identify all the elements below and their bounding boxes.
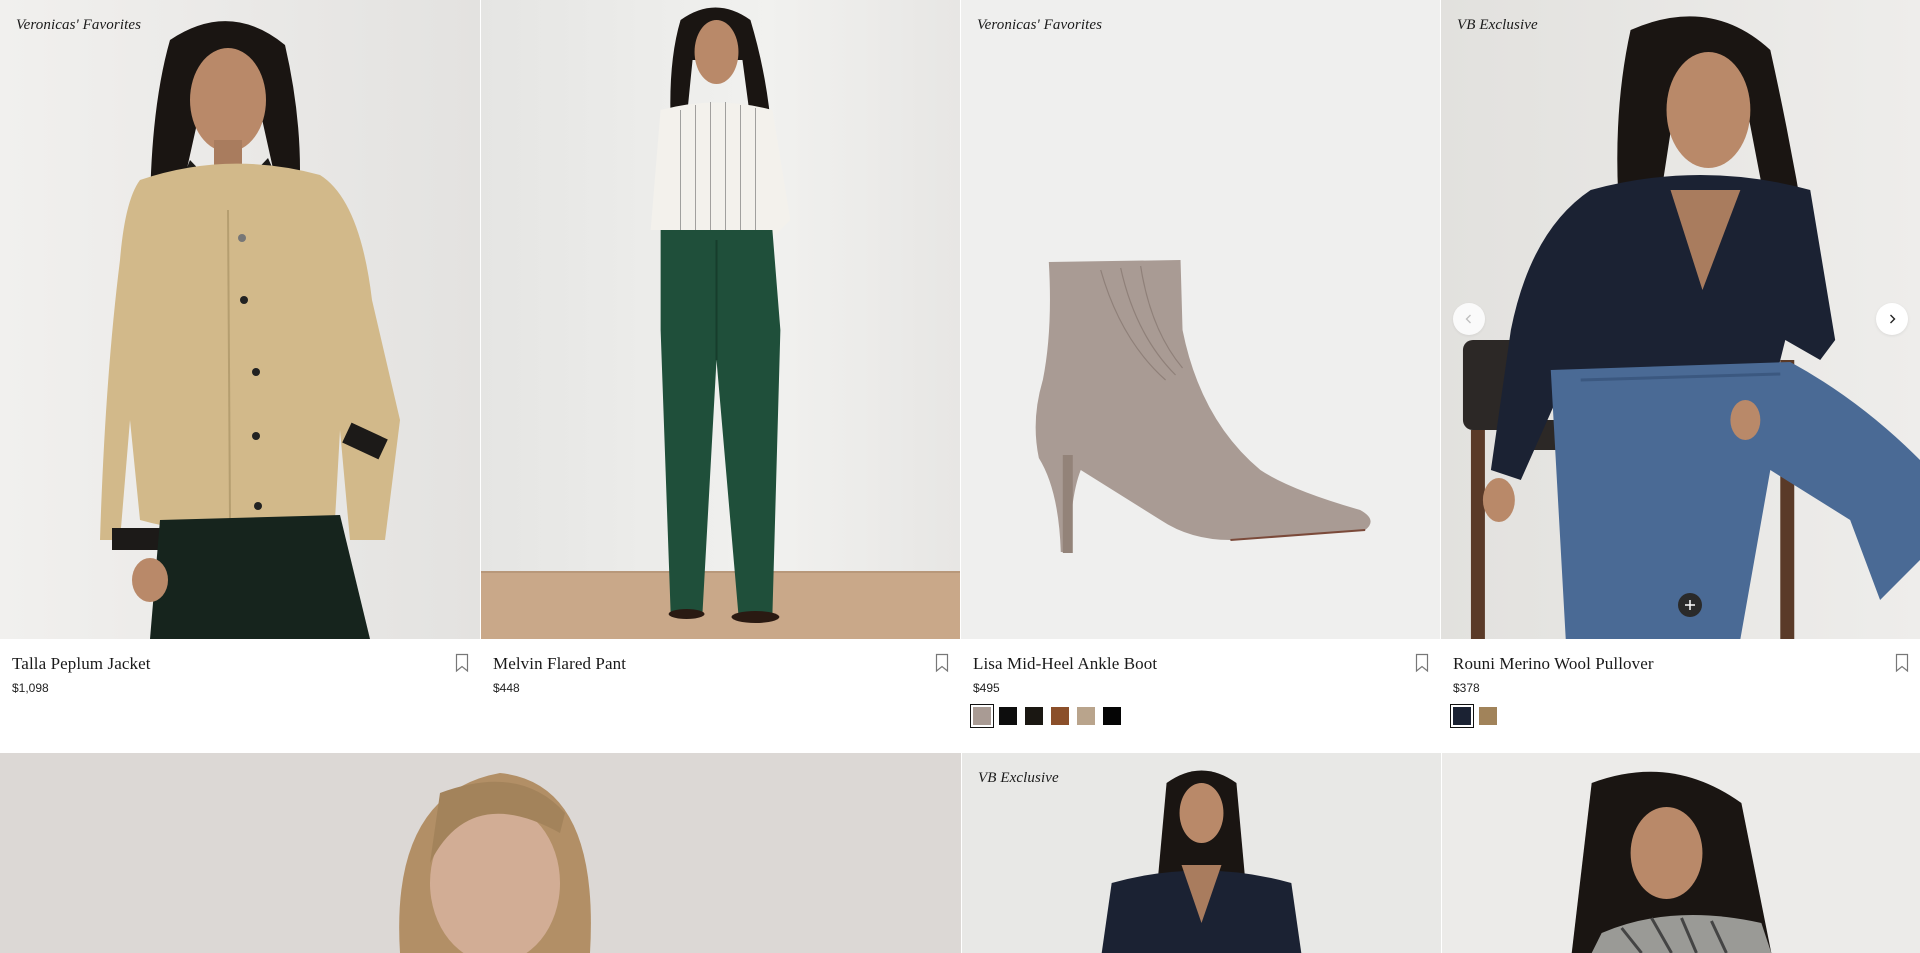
model-photo: [0, 753, 961, 953]
product-card[interactable]: VB Exclusive: [961, 753, 1441, 953]
color-swatch-taupe[interactable]: [970, 704, 994, 728]
plus-icon: [1685, 600, 1695, 610]
product-image[interactable]: [0, 753, 961, 953]
product-badge: Veronicas' Favorites: [977, 17, 1103, 33]
model-photo: [0, 0, 480, 639]
color-swatches: [1450, 704, 1908, 728]
carousel-prev-button[interactable]: [1453, 303, 1485, 335]
bookmark-icon[interactable]: [454, 653, 470, 673]
product-image[interactable]: [481, 0, 960, 639]
model-photo: [481, 0, 960, 639]
bookmark-icon[interactable]: [934, 653, 950, 673]
product-image[interactable]: Veronicas' Favorites: [0, 0, 480, 639]
product-name[interactable]: Melvin Flared Pant: [493, 654, 948, 674]
product-card[interactable]: Veronicas' Favorites Talla Peplum Jacket…: [0, 0, 480, 753]
boot-photo: [961, 0, 1440, 639]
product-info: Rouni Merino Wool Pullover $378: [1441, 639, 1920, 753]
chevron-left-icon: [1465, 314, 1471, 324]
color-swatch-beige[interactable]: [1077, 707, 1095, 725]
product-grid-row-1: Veronicas' Favorites Talla Peplum Jacket…: [0, 0, 1920, 753]
chevron-right-icon: [1890, 314, 1896, 324]
product-name[interactable]: Lisa Mid-Heel Ankle Boot: [973, 654, 1428, 674]
product-info: Lisa Mid-Heel Ankle Boot $495: [961, 639, 1440, 753]
product-grid-row-2: VB Exclusive: [0, 753, 1920, 953]
product-image[interactable]: [1442, 753, 1920, 953]
product-name[interactable]: Rouni Merino Wool Pullover: [1453, 654, 1908, 674]
product-info: Talla Peplum Jacket $1,098: [0, 639, 480, 753]
product-card[interactable]: Melvin Flared Pant $448: [480, 0, 960, 753]
product-badge: VB Exclusive: [978, 770, 1059, 786]
color-swatches: [970, 704, 1428, 728]
product-badge: VB Exclusive: [1457, 17, 1538, 33]
model-photo: [1441, 0, 1920, 639]
product-price: $448: [493, 681, 520, 695]
product-badge: Veronicas' Favorites: [16, 17, 142, 33]
product-card[interactable]: VB Exclusive Rouni Merino Wool Pullover …: [1440, 0, 1920, 753]
bookmark-icon[interactable]: [1894, 653, 1910, 673]
color-swatch-black[interactable]: [999, 707, 1017, 725]
product-name[interactable]: Talla Peplum Jacket: [12, 654, 468, 674]
color-swatch-cognac[interactable]: [1051, 707, 1069, 725]
product-image[interactable]: VB Exclusive: [1441, 0, 1920, 639]
color-swatch-dark-brown[interactable]: [1025, 707, 1043, 725]
quick-add-button[interactable]: [1678, 593, 1702, 617]
product-card[interactable]: [0, 753, 961, 953]
bookmark-icon[interactable]: [1414, 653, 1430, 673]
color-swatch-camel[interactable]: [1479, 707, 1497, 725]
product-info: Melvin Flared Pant $448: [481, 639, 960, 753]
product-image[interactable]: VB Exclusive: [962, 753, 1441, 953]
product-image[interactable]: Veronicas' Favorites: [961, 0, 1440, 639]
product-price: $495: [973, 681, 1000, 695]
model-photo: [1442, 753, 1920, 953]
product-card[interactable]: [1441, 753, 1920, 953]
product-price: $378: [1453, 681, 1480, 695]
product-price: $1,098: [12, 681, 49, 695]
carousel-next-button[interactable]: [1876, 303, 1908, 335]
color-swatch-black-2[interactable]: [1103, 707, 1121, 725]
color-swatch-navy[interactable]: [1450, 704, 1474, 728]
product-card[interactable]: Veronicas' Favorites Lisa Mid-Heel Ankle…: [960, 0, 1440, 753]
